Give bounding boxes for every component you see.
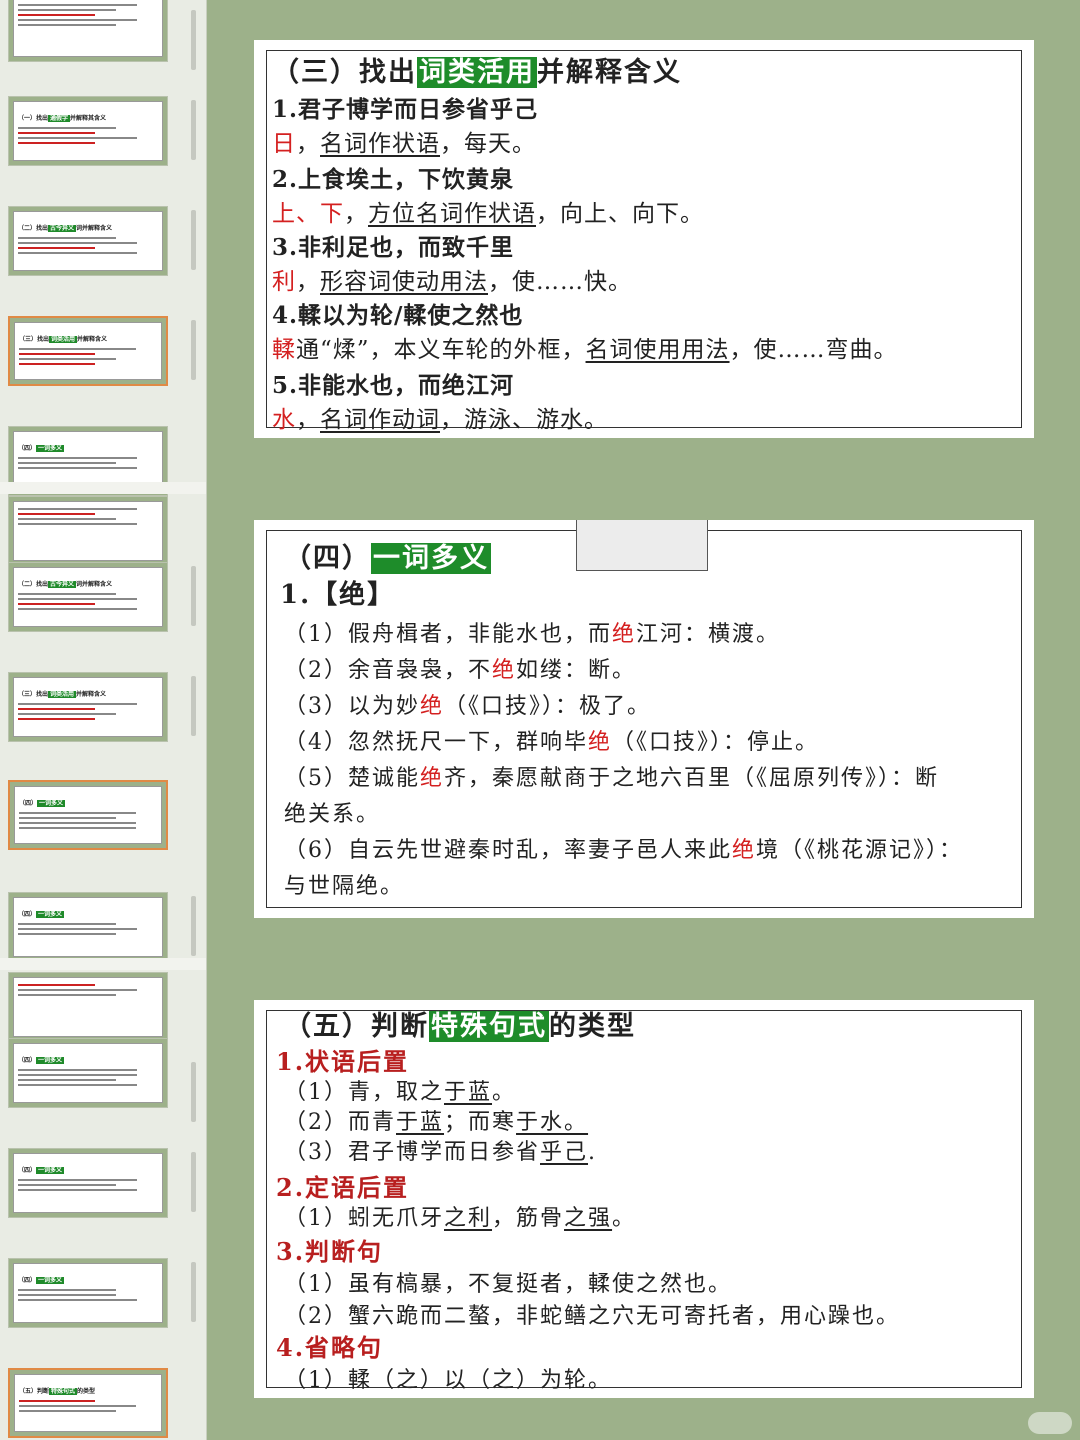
thumbnail-title: （五）判断 特殊句式 的类型 (19, 1388, 96, 1395)
slide-thumbnail[interactable]: （五）判断 特殊句式 的类型 (8, 1368, 168, 1438)
slide-title: （三）找出词类活用并解释含义 (272, 57, 682, 88)
slide-thumbnail[interactable]: （四） 一词多义 (8, 780, 168, 850)
slide-thumbnail[interactable]: （四） 一词多义 (8, 892, 168, 962)
slide-thumbnail[interactable]: （二）找出 古今异义 词并解释含义 (8, 562, 168, 632)
slide-title: （五）判断特殊句式的类型 (284, 1011, 636, 1042)
slide-thumbnail[interactable]: （三）找出 词类活用 并解释含义 (8, 672, 168, 742)
slide-thumbnail-selected[interactable]: （三）找出 词类活用 并解释含义 (8, 316, 168, 386)
example-line: （2）而青于蓝；而寒于水。 (284, 1110, 589, 1135)
sense-line: （1）假舟楫者，非能水也，而绝江河：横渡。 (284, 622, 781, 647)
thumbnail-title: （一）找出 通假字 并解释其含义 (18, 115, 107, 122)
thumbnail-title: （四） 一词多义 (18, 1057, 65, 1064)
thumbnail-title: （四） 一词多义 (18, 445, 65, 452)
entry-word: 1.【绝】 (280, 580, 396, 610)
thumbnail-scrollbar[interactable] (191, 210, 196, 270)
thumbnail-scrollbar[interactable] (191, 100, 196, 160)
answer-line: 上、下，方位名词作状语，向上、向下。 (272, 201, 704, 227)
example-line: （3）君子博学而日参省乎己. (284, 1140, 598, 1165)
thumbnail-title: （二）找出 古今异义 词并解释含义 (18, 581, 113, 588)
example-line: （2）蟹六跪而二螯，非蛇鳝之穴无可寄托者，用心躁也。 (284, 1304, 900, 1329)
sense-line: （3）以为妙绝（《口技》）：极了。 (284, 694, 652, 719)
answer-line: 輮通“煣”，本义车轮的外框，名词使用用法，使……弯曲。 (272, 337, 898, 363)
question-line: 2.上食埃土，下饮黄泉 (272, 166, 515, 193)
sense-line: （4）忽然抚尺一下，群响毕绝（《口技》）：停止。 (284, 730, 820, 755)
thumbnail-title: （三）找出 词类活用 并解释含义 (18, 691, 107, 698)
slide-thumbnail[interactable]: （一）找出 通假字 并解释其含义 (8, 96, 168, 166)
answer-line: 利，形容词使动用法，使……快。 (272, 269, 632, 295)
thumbnail-scrollbar[interactable] (191, 320, 196, 380)
thumbnail-title: （三）找出 词类活用 并解释含义 (19, 336, 108, 343)
thumbnail-title: （四） 一词多义 (19, 800, 66, 807)
question-line: 4.輮以为轮/輮使之然也 (272, 302, 524, 329)
answer-line: 水，名词作动词，游泳、游水。 (272, 407, 608, 433)
thumbnail-title: （四） 一词多义 (18, 911, 65, 918)
slide-thumbnail[interactable]: （四） 一词多义 (8, 1258, 168, 1328)
slide-thumbnail[interactable]: （四） 一词多义 (8, 1148, 168, 1218)
slide-thumbnail[interactable] (8, 496, 168, 566)
slide-thumbnail[interactable]: （二）找出 古今异义 词并解释含义 (8, 206, 168, 276)
category-heading: 3.判断句 (276, 1237, 384, 1266)
slide-tab-shape (576, 520, 708, 571)
example-line: （1）虽有槁暴，不复挺者，輮使之然也。 (284, 1272, 732, 1297)
slide-thumbnail[interactable]: （四） 一词多义 (8, 1038, 168, 1108)
thumbnail-scrollbar[interactable] (191, 566, 196, 626)
category-heading: 2.定语后置 (276, 1173, 410, 1202)
slide-thumbnail[interactable] (8, 972, 168, 1042)
sense-line: 与世隔绝。 (284, 874, 405, 899)
thumbnail-scrollbar[interactable] (191, 10, 196, 70)
watermark-bubble (1028, 1412, 1072, 1434)
question-line: 5.非能水也，而绝江河 (272, 372, 515, 399)
slide-title: （四）一词多义 (284, 543, 491, 574)
slide-thumbnail[interactable] (8, 0, 168, 62)
sense-line: （2）余音袅袅，不绝如缕：断。 (284, 658, 637, 683)
category-heading: 1.状语后置 (276, 1047, 410, 1076)
rail-divider (0, 482, 206, 494)
thumbnail-title: （二）找出 古今异义 词并解释含义 (18, 225, 113, 232)
thumbnail-scrollbar[interactable] (191, 676, 196, 736)
example-line: （1）青，取之于蓝。 (284, 1080, 517, 1105)
example-line: （1）輮（之）以（之）为轮。 (284, 1368, 612, 1393)
question-line: 1.君子博学而日参省乎己 (272, 96, 539, 123)
thumbnail-scrollbar[interactable] (191, 896, 196, 956)
example-line: （1）蚓无爪牙之利，筋骨之强。 (284, 1206, 637, 1231)
slide-special-sentences: （五）判断特殊句式的类型 1.状语后置 （1）青，取之于蓝。 （2）而青于蓝；而… (254, 1000, 1034, 1398)
thumbnail-scrollbar[interactable] (191, 1152, 196, 1212)
sense-line: （6）自云先世避秦时乱，率妻子邑人来此绝境（《桃花源记》）： (284, 838, 964, 863)
thumbnail-scrollbar[interactable] (191, 1262, 196, 1322)
answer-line: 日，名词作状语，每天。 (272, 131, 536, 157)
sense-line: （5）楚诚能绝齐，秦愿献商于之地六百里（《屈原列传》）：断 (284, 766, 940, 791)
slide-thumbnail-panel: （一）找出 通假字 并解释其含义 （二）找出 古今异义 词并解释含义 （三）找出 词类活用… (0, 0, 207, 1440)
category-heading: 4.省略句 (276, 1333, 384, 1362)
slide-polysemy: （四）一词多义 1.【绝】 （1）假舟楫者，非能水也，而绝江河：横渡。 （2）余… (254, 520, 1034, 918)
rail-divider (0, 958, 206, 970)
slide-word-class-conversion: （三）找出词类活用并解释含义 1.君子博学而日参省乎己 日，名词作状语，每天。 … (254, 40, 1034, 438)
question-line: 3.非利足也，而致千里 (272, 234, 515, 261)
thumbnail-scrollbar[interactable] (191, 1062, 196, 1122)
thumbnail-title: （四） 一词多义 (18, 1277, 65, 1284)
thumbnail-title: （四） 一词多义 (18, 1167, 65, 1174)
sense-line: 绝关系。 (284, 802, 381, 827)
